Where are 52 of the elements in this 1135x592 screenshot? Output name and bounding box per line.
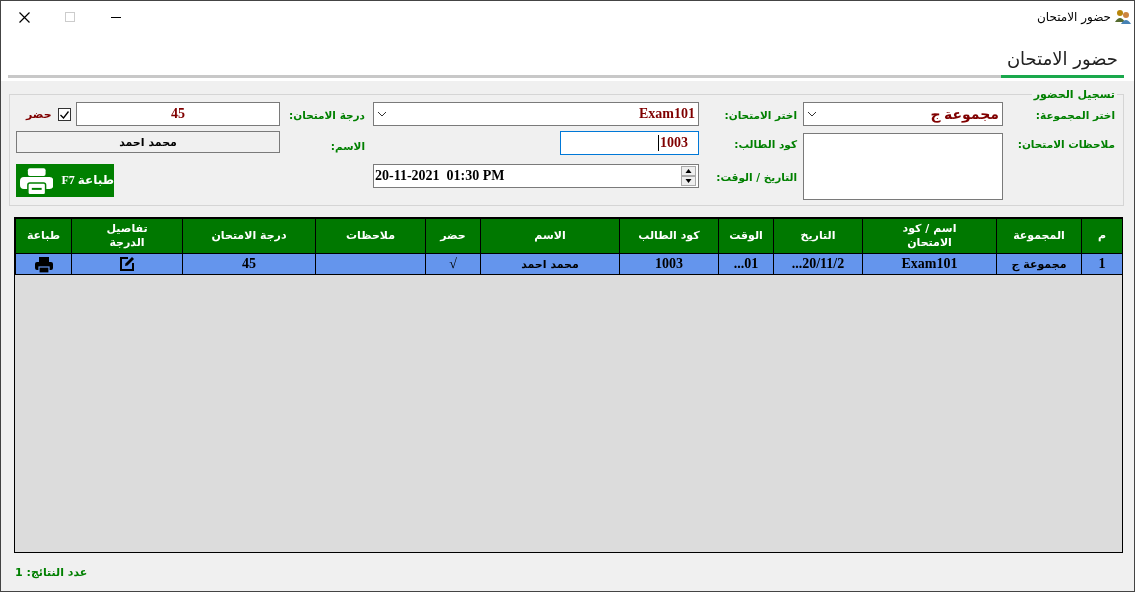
table-cell: 1	[1081, 253, 1122, 275]
column-header[interactable]: طباعة	[15, 218, 72, 254]
column-header[interactable]: التاريخ	[773, 218, 863, 254]
column-header[interactable]: درجة الامتحان	[182, 218, 316, 254]
field-label: الاسم:	[330, 139, 365, 155]
field-label: كود الطالب:	[734, 137, 797, 153]
tab[interactable]: حضور الامتحان	[1000, 48, 1124, 78]
grade-field[interactable]: 45	[76, 102, 280, 126]
field-label: درجة الامتحان:	[289, 108, 365, 124]
edit-icon[interactable]	[119, 256, 135, 273]
field-label: اختر الامتحان:	[724, 108, 797, 123]
checkbox[interactable]	[57, 108, 71, 121]
table-cell: محمد احمد	[480, 253, 620, 275]
column-header[interactable]: ملاحظات	[315, 218, 426, 254]
column-header[interactable]: م	[1081, 218, 1122, 254]
table-cell: 45	[182, 253, 316, 275]
chevron-down-icon	[807, 110, 817, 118]
spinner-icon	[681, 166, 696, 186]
column-header[interactable]: تفاصيل الدرجة	[71, 218, 183, 254]
group-title: تسجيل الحضور	[1032, 88, 1116, 101]
column-header[interactable]: كود الطالب	[619, 218, 719, 254]
table-cell: 1003	[619, 253, 719, 275]
field-label: اختر المجموعة:	[1035, 108, 1115, 124]
column-header[interactable]: الاسم	[480, 218, 620, 254]
field-label: التاريخ / الوقت:	[716, 170, 797, 186]
name-field: محمد احمد	[16, 131, 280, 153]
checkbox-label: حضر	[26, 108, 52, 121]
exam-dropdown[interactable]: Exam101	[373, 102, 699, 126]
table-cell: Exam101	[862, 253, 997, 275]
printer-icon[interactable]	[34, 255, 53, 273]
column-header[interactable]: حضر	[425, 218, 481, 254]
column-header[interactable]: اسم / كود الامتحان	[862, 218, 997, 254]
maximize-icon	[65, 12, 75, 22]
window-title: حضور الامتحان	[1036, 10, 1111, 24]
printer-icon	[20, 166, 54, 195]
close-icon	[18, 11, 30, 23]
table-cell: √	[425, 253, 481, 275]
print-button[interactable]: طباعة F7	[16, 164, 114, 197]
table-cell: 20/11/2...	[773, 253, 863, 275]
result-count: عدد النتائج: 1	[15, 565, 88, 579]
field-label: ملاحظات الامتحان:	[1017, 137, 1115, 152]
datetime-field[interactable]: 20-11-2021 01:30 PM	[373, 164, 699, 188]
student-code-field[interactable]: 1003	[560, 131, 699, 155]
column-header[interactable]: الوقت	[718, 218, 774, 254]
group-dropdown[interactable]: مجموعة ج	[803, 102, 1003, 126]
column-header[interactable]: المجموعة	[996, 218, 1082, 254]
table-cell: مجموعة ج	[996, 253, 1082, 275]
check-icon	[59, 110, 69, 119]
notes-field[interactable]	[803, 133, 1003, 200]
table-cell: 01...	[718, 253, 774, 275]
people-icon	[1115, 9, 1131, 25]
chevron-down-icon	[377, 110, 387, 118]
